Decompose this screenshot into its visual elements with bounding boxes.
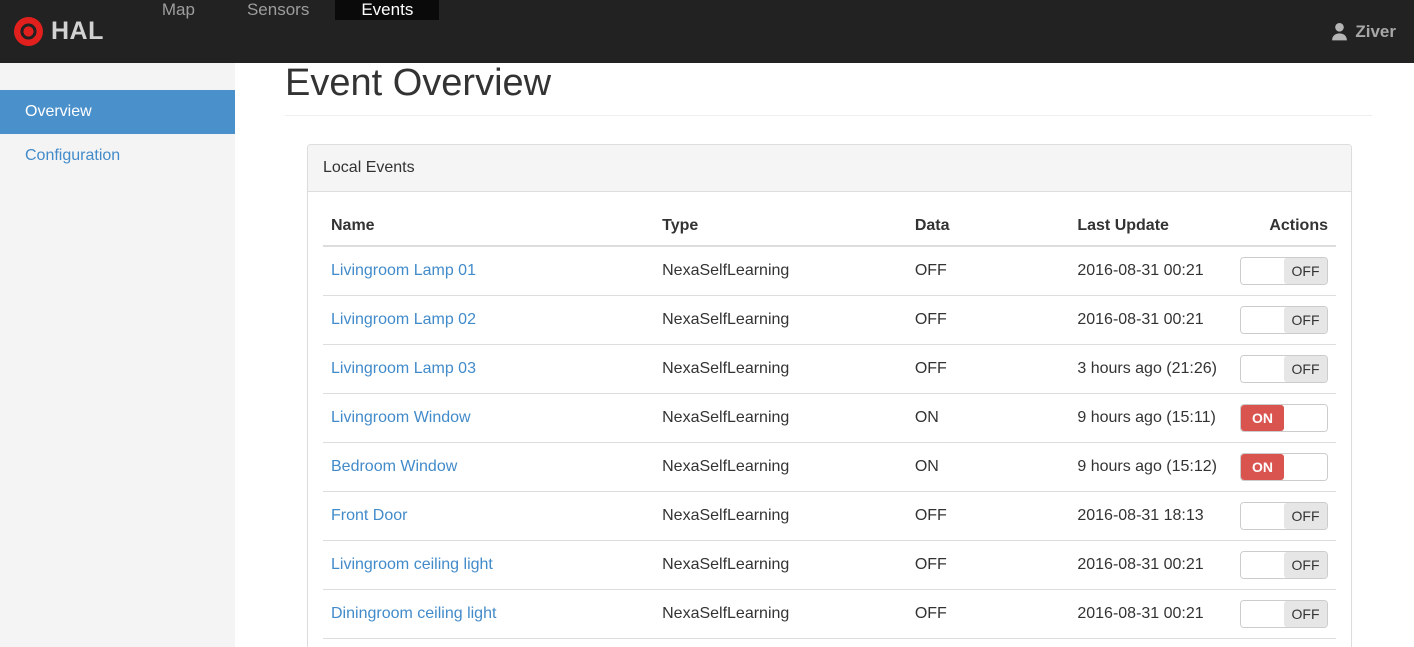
last-update-value: 3 hours ago (21:26) <box>1069 344 1232 394</box>
last-update-value: 2016-08-31 00:21 <box>1069 295 1232 345</box>
toggle-off-label: OFF <box>1284 257 1327 284</box>
device-type: NexaSelfLearning <box>654 491 907 541</box>
device-data-value: OFF <box>906 344 1070 394</box>
events-table-body: Livingroom Lamp 01 NexaSelfLearning OFF … <box>323 245 1336 647</box>
power-toggle[interactable]: OFF <box>1240 550 1328 579</box>
toggle-knob <box>1284 404 1327 431</box>
device-type: NexaSelfLearning <box>654 540 907 590</box>
device-link[interactable]: Front Door <box>331 507 407 524</box>
last-update-value: 2016-08-31 00:21 <box>1069 589 1232 639</box>
toggle-knob <box>1241 600 1284 627</box>
last-update-value: 2016-08-31 00:21 <box>1069 540 1232 590</box>
last-update-value: 9 hours ago (15:12) <box>1069 442 1232 492</box>
device-data-value: OFF <box>906 589 1070 639</box>
toggle-knob <box>1241 502 1284 529</box>
panel-title: Local Events <box>308 144 1351 192</box>
column-header-type: Type <box>654 206 907 247</box>
power-toggle[interactable]: OFF <box>1240 354 1328 383</box>
toggle-on-label: ON <box>1241 404 1284 431</box>
device-data-value: ON <box>906 393 1070 443</box>
last-update-value: 2016-08-31 00:21 <box>1069 245 1232 296</box>
sidebar-item-configuration[interactable]: Configuration <box>0 134 235 178</box>
nav-tab-map[interactable]: Map <box>136 0 221 20</box>
power-toggle[interactable]: OFF <box>1240 256 1328 285</box>
device-link[interactable]: Livingroom Window <box>331 409 471 426</box>
device-data-value: OFF <box>906 491 1070 541</box>
page-header: Event Overview <box>285 62 1372 116</box>
navbar-tabs: Map Sensors Events <box>136 0 440 63</box>
sidebar-menu: Overview Configuration <box>0 63 235 178</box>
table-row: Bedroom Window NexaSelfLearning ON 9 hou… <box>323 442 1336 492</box>
hal-logo-icon <box>14 17 43 46</box>
last-update-value: 2016-08-31 00:21 <box>1069 638 1232 647</box>
table-row: Front Door NexaSelfLearning OFF 2016-08-… <box>323 491 1336 541</box>
power-toggle[interactable]: OFF <box>1240 599 1328 628</box>
events-table: Name Type Data Last Update Actions Livin… <box>323 206 1336 647</box>
column-header-name: Name <box>323 206 655 247</box>
toggle-knob <box>1241 355 1284 382</box>
sidebar: Overview Configuration <box>0 63 235 647</box>
brand-label: HAL <box>51 17 104 45</box>
device-data-value: OFF <box>906 245 1070 296</box>
table-row: Livingroom Lamp 01 NexaSelfLearning OFF … <box>323 245 1336 296</box>
device-data-value: OFF <box>906 295 1070 345</box>
nav-tab-sensors[interactable]: Sensors <box>221 0 335 20</box>
table-header-row: Name Type Data Last Update Actions <box>323 206 1336 247</box>
column-header-actions: Actions <box>1231 206 1336 247</box>
power-toggle[interactable]: OFF <box>1240 501 1328 530</box>
device-data-value: OFF <box>906 540 1070 590</box>
toggle-knob <box>1241 551 1284 578</box>
brand-link[interactable]: HAL <box>0 0 114 63</box>
table-row: Livingroom ceiling light NexaSelfLearnin… <box>323 540 1336 590</box>
device-link[interactable]: Livingroom Lamp 01 <box>331 262 476 279</box>
main-content: Event Overview Local Events Name Type Da… <box>235 62 1414 647</box>
toggle-knob <box>1284 453 1327 480</box>
power-toggle[interactable]: ON <box>1240 452 1328 481</box>
table-row: Livingroom Window NexaSelfLearning ON 9 … <box>323 393 1336 443</box>
device-type: NexaSelfLearning <box>654 344 907 394</box>
device-type: NexaSelfLearning <box>654 295 907 345</box>
toggle-knob <box>1241 257 1284 284</box>
table-row: Livingroom Lamp 02 NexaSelfLearning OFF … <box>323 295 1336 345</box>
table-row: Diningroom ceiling light NexaSelfLearnin… <box>323 589 1336 639</box>
last-update-value: 9 hours ago (15:11) <box>1069 393 1232 443</box>
device-type: NexaSelfLearning <box>654 393 907 443</box>
last-update-value: 2016-08-31 18:13 <box>1069 491 1232 541</box>
toggle-off-label: OFF <box>1284 551 1327 578</box>
local-events-panel: Local Events Name Type Data Last Update … <box>307 143 1352 647</box>
device-link[interactable]: Bedroom Window <box>331 458 457 475</box>
table-row: Kitchen ceiling light NexaSelfLearning O… <box>323 638 1336 647</box>
device-type: NexaSelfLearning <box>654 638 907 647</box>
page-title: Event Overview <box>285 62 552 104</box>
device-link[interactable]: Livingroom Lamp 02 <box>331 311 476 328</box>
device-data-value: ON <box>906 442 1070 492</box>
power-toggle[interactable]: OFF <box>1240 305 1328 334</box>
device-link[interactable]: Livingroom ceiling light <box>331 556 493 573</box>
sidebar-item-overview[interactable]: Overview <box>0 90 235 134</box>
toggle-knob <box>1241 306 1284 333</box>
user-name: Ziver <box>1355 21 1396 41</box>
panel-body: Name Type Data Last Update Actions Livin… <box>308 192 1351 647</box>
column-header-last-update: Last Update <box>1069 206 1232 247</box>
user-menu[interactable]: Ziver <box>1330 0 1414 63</box>
nav-tab-events[interactable]: Events <box>335 0 440 20</box>
device-link[interactable]: Livingroom Lamp 03 <box>331 360 476 377</box>
device-type: NexaSelfLearning <box>654 589 907 639</box>
toggle-off-label: OFF <box>1284 502 1327 529</box>
top-navbar: HAL Map Sensors Events Ziver <box>0 0 1414 63</box>
column-header-data: Data <box>906 206 1070 247</box>
toggle-on-label: ON <box>1241 453 1284 480</box>
device-type: NexaSelfLearning <box>654 442 907 492</box>
user-icon <box>1330 22 1349 41</box>
device-link[interactable]: Diningroom ceiling light <box>331 605 496 622</box>
power-toggle[interactable]: ON <box>1240 403 1328 432</box>
table-row: Livingroom Lamp 03 NexaSelfLearning OFF … <box>323 344 1336 394</box>
device-data-value: OFF <box>906 638 1070 647</box>
toggle-off-label: OFF <box>1284 600 1327 627</box>
device-type: NexaSelfLearning <box>654 245 907 296</box>
toggle-off-label: OFF <box>1284 355 1327 382</box>
toggle-off-label: OFF <box>1284 306 1327 333</box>
